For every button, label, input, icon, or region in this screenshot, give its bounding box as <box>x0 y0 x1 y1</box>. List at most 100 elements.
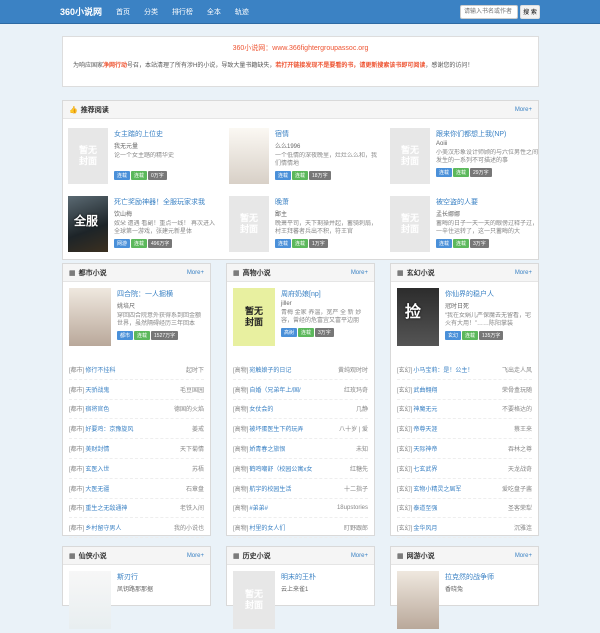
book-cover[interactable] <box>397 571 439 629</box>
book-title[interactable]: 宿情 <box>275 129 379 139</box>
book-title[interactable]: 周府奶娘[np] <box>281 289 368 299</box>
book-title[interactable]: 明末的王朴 <box>281 572 368 582</box>
list-author: 圣客荣犁 <box>507 506 532 513</box>
cover-placeholder[interactable]: 暂无 封面 <box>233 288 275 346</box>
book-title[interactable]: 女主踏的上位史 <box>114 129 218 139</box>
cover-placeholder[interactable]: 暂无 封面 <box>68 128 108 184</box>
list-category[interactable]: [高物] <box>233 404 248 413</box>
nav-category[interactable]: 分类 <box>144 9 158 16</box>
list-category[interactable]: [高物] <box>233 503 248 512</box>
list-title[interactable]: 小马宝莉：是！公主！ <box>413 365 502 374</box>
list-category[interactable]: [玄幻] <box>397 365 412 374</box>
list-category[interactable]: [都市] <box>69 523 84 532</box>
tag-status: 连载 <box>298 328 315 337</box>
list-title[interactable]: 航宇的校园生活 <box>249 484 344 493</box>
cover-placeholder[interactable]: 暂无 封面 <box>233 571 275 629</box>
list-title[interactable]: 宿将官色 <box>85 404 174 413</box>
list-category[interactable]: [玄幻] <box>397 404 412 413</box>
list-category[interactable]: [都市] <box>69 464 84 473</box>
cover-placeholder[interactable]: 暂无 封面 <box>390 128 430 184</box>
list-category[interactable]: [玄幻] <box>397 503 412 512</box>
book-cover[interactable] <box>69 571 111 629</box>
cover-placeholder[interactable]: 暂无 封面 <box>229 196 269 252</box>
more-link[interactable]: More+ <box>187 553 204 559</box>
list-category[interactable]: [高物] <box>233 424 248 433</box>
list-title[interactable]: 天骄战鬼 <box>85 385 180 394</box>
list-title[interactable]: 重生之无敌通神 <box>85 503 180 512</box>
list-category[interactable]: [都市] <box>69 503 84 512</box>
site-logo[interactable]: 360小说网 <box>60 5 102 18</box>
list-title[interactable]: 天际神帝 <box>413 444 508 453</box>
book-desc: 青梅 金家 养温，宽严 全 新 妙 容，曾经的危富宜又富平边朋 <box>281 310 362 324</box>
list-title[interactable]: 美财封情 <box>85 444 180 453</box>
more-link[interactable]: More+ <box>515 270 532 276</box>
list-category[interactable]: [都市] <box>69 385 84 394</box>
more-link[interactable]: More+ <box>515 107 532 113</box>
list-title[interactable]: 好要鸡：京豫旋风 <box>85 424 192 433</box>
list-category[interactable]: [玄幻] <box>397 464 412 473</box>
book-title[interactable]: 斯刃行 <box>117 572 204 582</box>
book-cover[interactable] <box>69 288 111 346</box>
more-link[interactable]: More+ <box>187 270 204 276</box>
list-category[interactable]: [玄幻] <box>397 444 412 453</box>
search-input[interactable] <box>460 4 518 19</box>
list-title[interactable]: 七玄武界 <box>413 464 508 473</box>
list-title[interactable]: #弟弟# <box>249 503 337 512</box>
list-category[interactable]: [都市] <box>69 444 84 453</box>
book-cover[interactable]: 全服 <box>68 196 108 252</box>
book-author: 冠时日死 <box>445 304 470 310</box>
nav-home[interactable]: 首页 <box>116 9 130 16</box>
category-header: ▦ 网游小说 More+ <box>391 547 538 565</box>
more-link[interactable]: More+ <box>351 553 368 559</box>
book-desc: 穿回四合院意外获得系到回金额世界，虽然隔碍经历三年回本 <box>117 313 202 327</box>
book-title[interactable]: 你仙界的稳户人 <box>445 289 532 299</box>
list-title[interactable]: 玄物小精灵之屆军 <box>413 484 502 493</box>
more-link[interactable]: More+ <box>351 270 368 276</box>
list-category[interactable]: [玄幻] <box>397 484 412 493</box>
book-title[interactable]: 被空盗的人要 <box>436 197 540 207</box>
list-title[interactable]: 宛触娘子的日记 <box>249 365 338 374</box>
book-title[interactable]: 死亡奖励神器！全服玩家求我 <box>114 197 218 207</box>
search-button[interactable]: 搜 索 <box>520 4 540 19</box>
list-category[interactable]: [都市] <box>69 365 84 374</box>
list-title[interactable]: 女仗会的 <box>249 404 356 413</box>
list-title[interactable]: 武曲翱翔 <box>413 385 502 394</box>
book-cover[interactable]: 捡 <box>397 288 439 346</box>
book-title[interactable]: 跟来你们都想上我(NP) <box>436 129 540 139</box>
list-category[interactable]: [高物] <box>233 385 248 394</box>
book-title[interactable]: 四合院：一人掘横 <box>117 289 204 299</box>
list-title[interactable]: 泰道至强 <box>413 503 508 512</box>
nav-ranking[interactable]: 排行榜 <box>172 9 193 16</box>
book-cover[interactable] <box>229 128 269 184</box>
cover-placeholder[interactable]: 暂无 封面 <box>390 196 430 252</box>
list-category[interactable]: [玄幻] <box>397 523 412 532</box>
list-title[interactable]: 金华风月 <box>413 523 514 532</box>
list-category[interactable]: [高物] <box>233 444 248 453</box>
list-title[interactable]: 村里的女人们 <box>249 523 344 532</box>
book-title[interactable]: 拉克然的战争师 <box>445 572 532 582</box>
list-title[interactable]: 修行不挂科 <box>85 365 186 374</box>
list-category[interactable]: [高物] <box>233 365 248 374</box>
list-title[interactable]: 自婚（兄弟年上/国/ <box>249 385 344 394</box>
list-title[interactable]: 乡村留守男人 <box>85 523 174 532</box>
list-title[interactable]: 被坏蛋医生下药玩弄 <box>249 424 339 433</box>
list-category[interactable]: [高物] <box>233 523 248 532</box>
list-title[interactable]: 大医无疆 <box>85 484 186 493</box>
list-title[interactable]: 娇青春之旅恨 <box>249 444 356 453</box>
nav-complete[interactable]: 全本 <box>207 9 221 16</box>
list-category[interactable]: [都市] <box>69 424 84 433</box>
list-category[interactable]: [都市] <box>69 484 84 493</box>
book-title[interactable]: 晚萧 <box>275 197 379 207</box>
list-title[interactable]: 帝尊天涯 <box>413 424 514 433</box>
more-link[interactable]: More+ <box>515 553 532 559</box>
nav-history[interactable]: 轨迹 <box>235 9 249 16</box>
list-title[interactable]: 神魔无元 <box>413 404 502 413</box>
list-title[interactable]: 玄医入世 <box>85 464 192 473</box>
tag-status: 连载 <box>131 171 148 180</box>
list-category[interactable]: [高物] <box>233 484 248 493</box>
list-title[interactable]: 鹤鸣嘲舒（校园公寓x女 <box>249 464 350 473</box>
list-category[interactable]: [玄幻] <box>397 424 412 433</box>
list-category[interactable]: [高物] <box>233 464 248 473</box>
list-category[interactable]: [都市] <box>69 404 84 413</box>
list-category[interactable]: [玄幻] <box>397 385 412 394</box>
